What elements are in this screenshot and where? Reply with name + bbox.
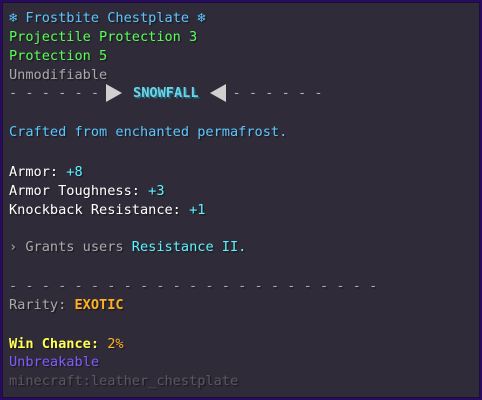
stat-value: +1 <box>189 202 206 218</box>
ability-effect: Resistance II. <box>131 239 247 255</box>
item-lore: Crafted from enchanted permafrost. <box>9 124 288 140</box>
win-chance-value: 2% <box>107 336 124 352</box>
unmodifiable-label: Unmodifiable <box>9 67 108 83</box>
divider-line: - - - - - - - - - - - - - - - - - - - - … <box>9 278 378 294</box>
snowflake-icon: ❄ <box>9 10 18 26</box>
stat-label: Armor: <box>9 164 59 180</box>
item-title-row: ❄ Frostbite Chestplate ❄ <box>9 9 205 27</box>
enchantment-line: Protection 5 <box>9 48 108 64</box>
item-id: minecraft:leather_chestplate <box>9 373 239 389</box>
separator-dashes: - - - - - - <box>232 85 323 101</box>
win-chance-row: Win Chance: 2% <box>9 335 124 353</box>
unbreakable-label: Unbreakable <box>9 354 100 370</box>
win-chance-label: Win Chance: <box>9 336 100 352</box>
ability-text: Grants users <box>25 239 124 255</box>
rarity-row: Rarity: EXOTIC <box>9 296 124 314</box>
stat-label: Knockback Resistance: <box>9 202 181 218</box>
stat-row: Armor Toughness: +3 <box>9 182 165 200</box>
ability-line: › Grants users Resistance II. <box>9 238 246 256</box>
stat-row: Armor: +8 <box>9 163 83 181</box>
stat-label: Armor Toughness: <box>9 183 140 199</box>
set-name: SNOWFALL <box>133 85 199 101</box>
arrow-right-icon <box>106 84 123 102</box>
separator-dashes: - - - - - - <box>9 85 100 101</box>
item-tooltip: ❄ Frostbite Chestplate ❄ Projectile Prot… <box>0 0 482 400</box>
set-separator: - - - - - - SNOWFALL - - - - - - <box>9 84 323 102</box>
item-title: Frostbite Chestplate <box>25 10 190 26</box>
chevron-right-icon: › <box>9 239 18 255</box>
snowflake-icon: ❄ <box>197 10 206 26</box>
rarity-label: Rarity: <box>9 297 67 313</box>
stat-value: +3 <box>148 183 165 199</box>
stat-row: Knockback Resistance: +1 <box>9 201 205 219</box>
enchantment-line: Projectile Protection 3 <box>9 29 198 45</box>
rarity-value: EXOTIC <box>74 297 124 313</box>
stat-value: +8 <box>66 164 83 180</box>
arrow-left-icon <box>209 84 226 102</box>
